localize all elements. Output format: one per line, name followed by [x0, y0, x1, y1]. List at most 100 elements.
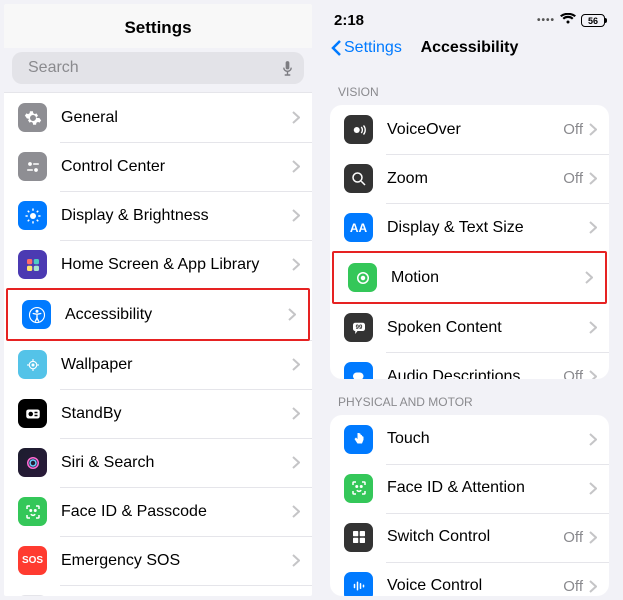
- row-label: General: [61, 109, 292, 127]
- row-label: StandBy: [61, 405, 292, 423]
- row-value: Off: [563, 578, 583, 595]
- row-label: Zoom: [387, 170, 563, 188]
- chevron-right-icon: [292, 505, 300, 518]
- brightness-icon: [18, 201, 47, 230]
- row-motion[interactable]: Motion: [334, 253, 605, 302]
- row-audio-desc[interactable]: Audio Descriptions Off: [330, 352, 609, 379]
- battery-icon: 56: [581, 14, 605, 27]
- chevron-right-icon: [589, 321, 597, 334]
- sos-icon: SOS: [18, 546, 47, 575]
- row-zoom[interactable]: Zoom Off: [330, 154, 609, 203]
- search-bar[interactable]: [12, 52, 304, 84]
- accessibility-icon: [22, 300, 51, 329]
- settings-list: General Control Center Display & Brightn…: [4, 92, 312, 596]
- accessibility-screen: 2:18 •••• 56 Settings Accessibility VISI…: [320, 4, 619, 596]
- chevron-right-icon: [292, 111, 300, 124]
- row-siri-search[interactable]: Siri & Search: [4, 438, 312, 487]
- row-label: Home Screen & App Library: [61, 256, 292, 274]
- status-time: 2:18: [334, 12, 364, 29]
- row-display-text[interactable]: AA Display & Text Size: [330, 203, 609, 252]
- row-voiceover[interactable]: VoiceOver Off: [330, 105, 609, 154]
- row-wallpaper[interactable]: Wallpaper: [4, 340, 312, 389]
- chevron-right-icon: [585, 271, 593, 284]
- row-value: Off: [563, 170, 583, 187]
- wifi-icon: [560, 13, 576, 28]
- chevron-right-icon: [292, 358, 300, 371]
- row-label: Voice Control: [387, 577, 563, 595]
- spoken-content-icon: 99: [344, 313, 373, 342]
- back-button[interactable]: Settings: [330, 39, 402, 57]
- chevron-right-icon: [589, 580, 597, 593]
- voiceover-icon: [344, 115, 373, 144]
- page-title: Settings: [4, 4, 312, 48]
- chevron-right-icon: [589, 123, 597, 136]
- standby-icon: [18, 399, 47, 428]
- chevron-right-icon: [589, 531, 597, 544]
- row-display-brightness[interactable]: Display & Brightness: [4, 191, 312, 240]
- row-label: Touch: [387, 430, 589, 448]
- row-label: Face ID & Attention: [387, 479, 589, 497]
- siri-icon: [18, 448, 47, 477]
- row-home-screen[interactable]: Home Screen & App Library: [4, 240, 312, 289]
- voice-control-icon: [344, 572, 373, 596]
- touch-icon: [344, 425, 373, 454]
- row-label: Display & Text Size: [387, 219, 589, 237]
- row-label: Audio Descriptions: [387, 368, 563, 379]
- chevron-right-icon: [292, 209, 300, 222]
- search-input[interactable]: [28, 59, 275, 77]
- chevron-right-icon: [589, 433, 597, 446]
- chevron-right-icon: [589, 370, 597, 379]
- row-accessibility[interactable]: Accessibility: [8, 290, 308, 339]
- row-label: Switch Control: [387, 528, 563, 546]
- mic-icon[interactable]: [281, 60, 294, 77]
- row-label: VoiceOver: [387, 121, 563, 139]
- faceid-icon: [18, 497, 47, 526]
- row-label: Siri & Search: [61, 454, 292, 472]
- apps-grid-icon: [18, 250, 47, 279]
- zoom-icon: [344, 164, 373, 193]
- row-general[interactable]: General: [4, 93, 312, 142]
- vision-card: VoiceOver Off Zoom Off AA Display & Text…: [330, 105, 609, 379]
- row-standby[interactable]: StandBy: [4, 389, 312, 438]
- chevron-right-icon: [292, 258, 300, 271]
- chevron-right-icon: [292, 160, 300, 173]
- row-label: Emergency SOS: [61, 552, 292, 570]
- chevron-right-icon: [589, 221, 597, 234]
- row-label: Accessibility: [65, 306, 288, 324]
- cellular-icon: ••••: [537, 15, 555, 26]
- row-label: Display & Brightness: [61, 207, 292, 225]
- back-label: Settings: [344, 39, 402, 57]
- row-label: Control Center: [61, 158, 292, 176]
- chevron-right-icon: [292, 407, 300, 420]
- row-spoken[interactable]: 99 Spoken Content: [330, 303, 609, 352]
- audio-descriptions-icon: [344, 362, 373, 379]
- row-label: Spoken Content: [387, 319, 589, 337]
- settings-screen: Settings General Control Center Display …: [4, 4, 312, 596]
- section-header-vision: VISION: [320, 69, 619, 105]
- wallpaper-icon: [18, 350, 47, 379]
- row-control-center[interactable]: Control Center: [4, 142, 312, 191]
- gear-icon: [18, 103, 47, 132]
- row-touch[interactable]: Touch: [330, 415, 609, 464]
- row-voice-control[interactable]: Voice Control Off: [330, 562, 609, 596]
- exposure-icon: [18, 595, 47, 596]
- row-switch-control[interactable]: Switch Control Off: [330, 513, 609, 562]
- section-header-physical: PHYSICAL AND MOTOR: [320, 379, 619, 415]
- motion-icon: [348, 263, 377, 292]
- row-faceid-passcode[interactable]: Face ID & Passcode: [4, 487, 312, 536]
- switch-control-icon: [344, 523, 373, 552]
- row-emergency-sos[interactable]: SOS Emergency SOS: [4, 536, 312, 585]
- status-bar: 2:18 •••• 56: [320, 4, 619, 31]
- row-faceid-attention[interactable]: Face ID & Attention: [330, 464, 609, 513]
- row-label: Wallpaper: [61, 356, 292, 374]
- chevron-right-icon: [589, 482, 597, 495]
- text-size-icon: AA: [344, 213, 373, 242]
- row-exposure[interactable]: Exposure Notifications: [4, 585, 312, 596]
- faceid-attention-icon: [344, 474, 373, 503]
- physical-card: Touch Face ID & Attention Switch Control…: [330, 415, 609, 596]
- row-value: Off: [563, 121, 583, 138]
- chevron-right-icon: [589, 172, 597, 185]
- nav-bar: Settings Accessibility: [320, 31, 619, 69]
- chevron-right-icon: [292, 554, 300, 567]
- row-value: Off: [563, 529, 583, 546]
